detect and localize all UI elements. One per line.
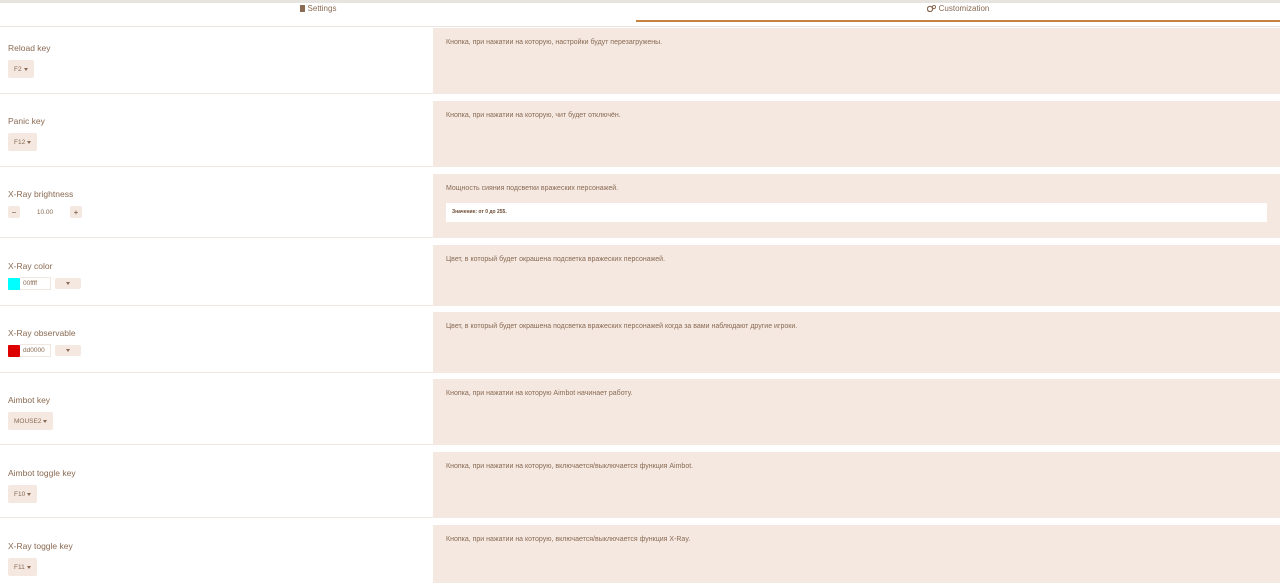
aimbot-toggle-key-dropdown[interactable]: F10 [8, 485, 38, 503]
caret-down-icon [27, 140, 32, 144]
setting-description: Цвет, в который будет окрашена подсветка… [446, 256, 666, 263]
color-dropdown-button[interactable] [55, 345, 81, 356]
reload-key-dropdown[interactable]: F2 [8, 60, 34, 78]
setting-row-panic-key: Panic key F12 Кнопка, при нажатии на кот… [0, 101, 1280, 167]
setting-description-panel: Кнопка, при нажатии на которую, включает… [433, 525, 1280, 583]
tab-bar: Settings Customization [0, 3, 1280, 27]
color-dropdown-button[interactable] [55, 278, 81, 289]
gears-icon [926, 4, 936, 27]
setting-label: X-Ray toggle key [8, 541, 73, 551]
caret-down-icon [27, 492, 32, 496]
aimbot-key-dropdown[interactable]: MOUSE2 [8, 412, 54, 430]
setting-description: Кнопка, при нажатии на которую Aimbot на… [446, 390, 633, 397]
setting-row-aimbot-toggle-key: Aimbot toggle key F10 Кнопка, при нажати… [0, 452, 1280, 518]
setting-description: Цвет, в который будет окрашена подсветка… [446, 323, 798, 330]
setting-control-panel: Reload key F2 [0, 28, 433, 94]
setting-label: Reload key [8, 43, 51, 53]
caret-down-icon [23, 67, 28, 71]
active-tab-indicator [636, 20, 1280, 22]
setting-row-xray-observable: X-Ray observable dd0000 Цвет, в который … [0, 312, 1280, 373]
setting-description: Кнопка, при нажатии на которую, настройк… [446, 39, 663, 46]
xray-color-picker: 00ffff [8, 277, 81, 290]
setting-control-panel: X-Ray toggle key F11 [0, 525, 433, 583]
setting-control-panel: Panic key F12 [0, 101, 433, 167]
value-range-hint: Значение: от 0 до 255. [446, 203, 1267, 222]
setting-description: Кнопка, при нажатии на которую, включает… [446, 463, 694, 470]
color-hex-input[interactable]: 00ffff [20, 277, 51, 290]
setting-row-aimbot-key: Aimbot key MOUSE2 Кнопка, при нажатии на… [0, 379, 1280, 445]
brightness-stepper: − 10.00 + [8, 206, 82, 218]
setting-description: Кнопка, при нажатии на которую, включает… [446, 536, 691, 543]
setting-description-panel: Цвет, в который будет окрашена подсветка… [433, 245, 1280, 306]
setting-label: X-Ray observable [8, 328, 76, 338]
color-hex-input[interactable]: dd0000 [20, 344, 51, 357]
setting-label: Aimbot key [8, 395, 51, 405]
color-swatch[interactable] [8, 277, 20, 290]
setting-label: X-Ray brightness [8, 189, 74, 199]
tab-settings[interactable]: Settings [0, 3, 636, 27]
setting-control-panel: X-Ray brightness − 10.00 + [0, 174, 433, 238]
file-icon [299, 4, 305, 27]
dropdown-value: F12 [14, 138, 26, 146]
setting-description-panel: Цвет, в который будет окрашена подсветка… [433, 312, 1280, 373]
setting-control-panel: Aimbot key MOUSE2 [0, 379, 433, 445]
dropdown-value: MOUSE2 [14, 417, 42, 425]
dropdown-value: F11 [14, 563, 25, 571]
setting-control-panel: Aimbot toggle key F10 [0, 452, 433, 518]
xray-observable-color-picker: dd0000 [8, 344, 81, 357]
setting-label: Aimbot toggle key [8, 468, 76, 478]
tab-customization[interactable]: Customization [636, 3, 1280, 27]
setting-control-panel: X-Ray observable dd0000 [0, 312, 433, 373]
setting-row-xray-color: X-Ray color 00ffff Цвет, в который будет… [0, 245, 1280, 306]
panic-key-dropdown[interactable]: F12 [8, 133, 38, 151]
brightness-value[interactable]: 10.00 [20, 209, 70, 216]
dropdown-value: F10 [14, 490, 26, 498]
caret-down-icon [66, 282, 70, 285]
tab-settings-label: Settings [307, 4, 337, 13]
tab-customization-label: Customization [938, 4, 990, 13]
setting-row-xray-brightness: X-Ray brightness − 10.00 + Мощность сиян… [0, 174, 1280, 238]
caret-down-icon [66, 349, 70, 352]
setting-label: Panic key [8, 116, 45, 126]
setting-description-panel: Кнопка, при нажатии на которую, чит буде… [433, 101, 1280, 167]
setting-row-xray-toggle-key: X-Ray toggle key F11 Кнопка, при нажатии… [0, 525, 1280, 583]
increment-button[interactable]: + [70, 206, 82, 218]
setting-row-reload-key: Reload key F2 Кнопка, при нажатии на кот… [0, 28, 1280, 94]
dropdown-value: F2 [14, 65, 22, 73]
setting-description-panel: Кнопка, при нажатии на которую Aimbot на… [433, 379, 1280, 445]
color-swatch[interactable] [8, 344, 20, 357]
setting-control-panel: X-Ray color 00ffff [0, 245, 433, 306]
setting-description-panel: Кнопка, при нажатии на которую, настройк… [433, 28, 1280, 94]
decrement-button[interactable]: − [8, 206, 20, 218]
setting-description: Мощность сияния подсветки вражеских перс… [446, 185, 619, 192]
setting-label: X-Ray color [8, 261, 53, 271]
setting-description-panel: Кнопка, при нажатии на которую, включает… [433, 452, 1280, 518]
setting-description: Кнопка, при нажатии на которую, чит буде… [446, 112, 621, 119]
caret-down-icon [43, 419, 48, 423]
caret-down-icon [26, 565, 31, 569]
xray-toggle-key-dropdown[interactable]: F11 [8, 558, 37, 576]
setting-description-panel: Мощность сияния подсветки вражеских перс… [433, 174, 1280, 238]
